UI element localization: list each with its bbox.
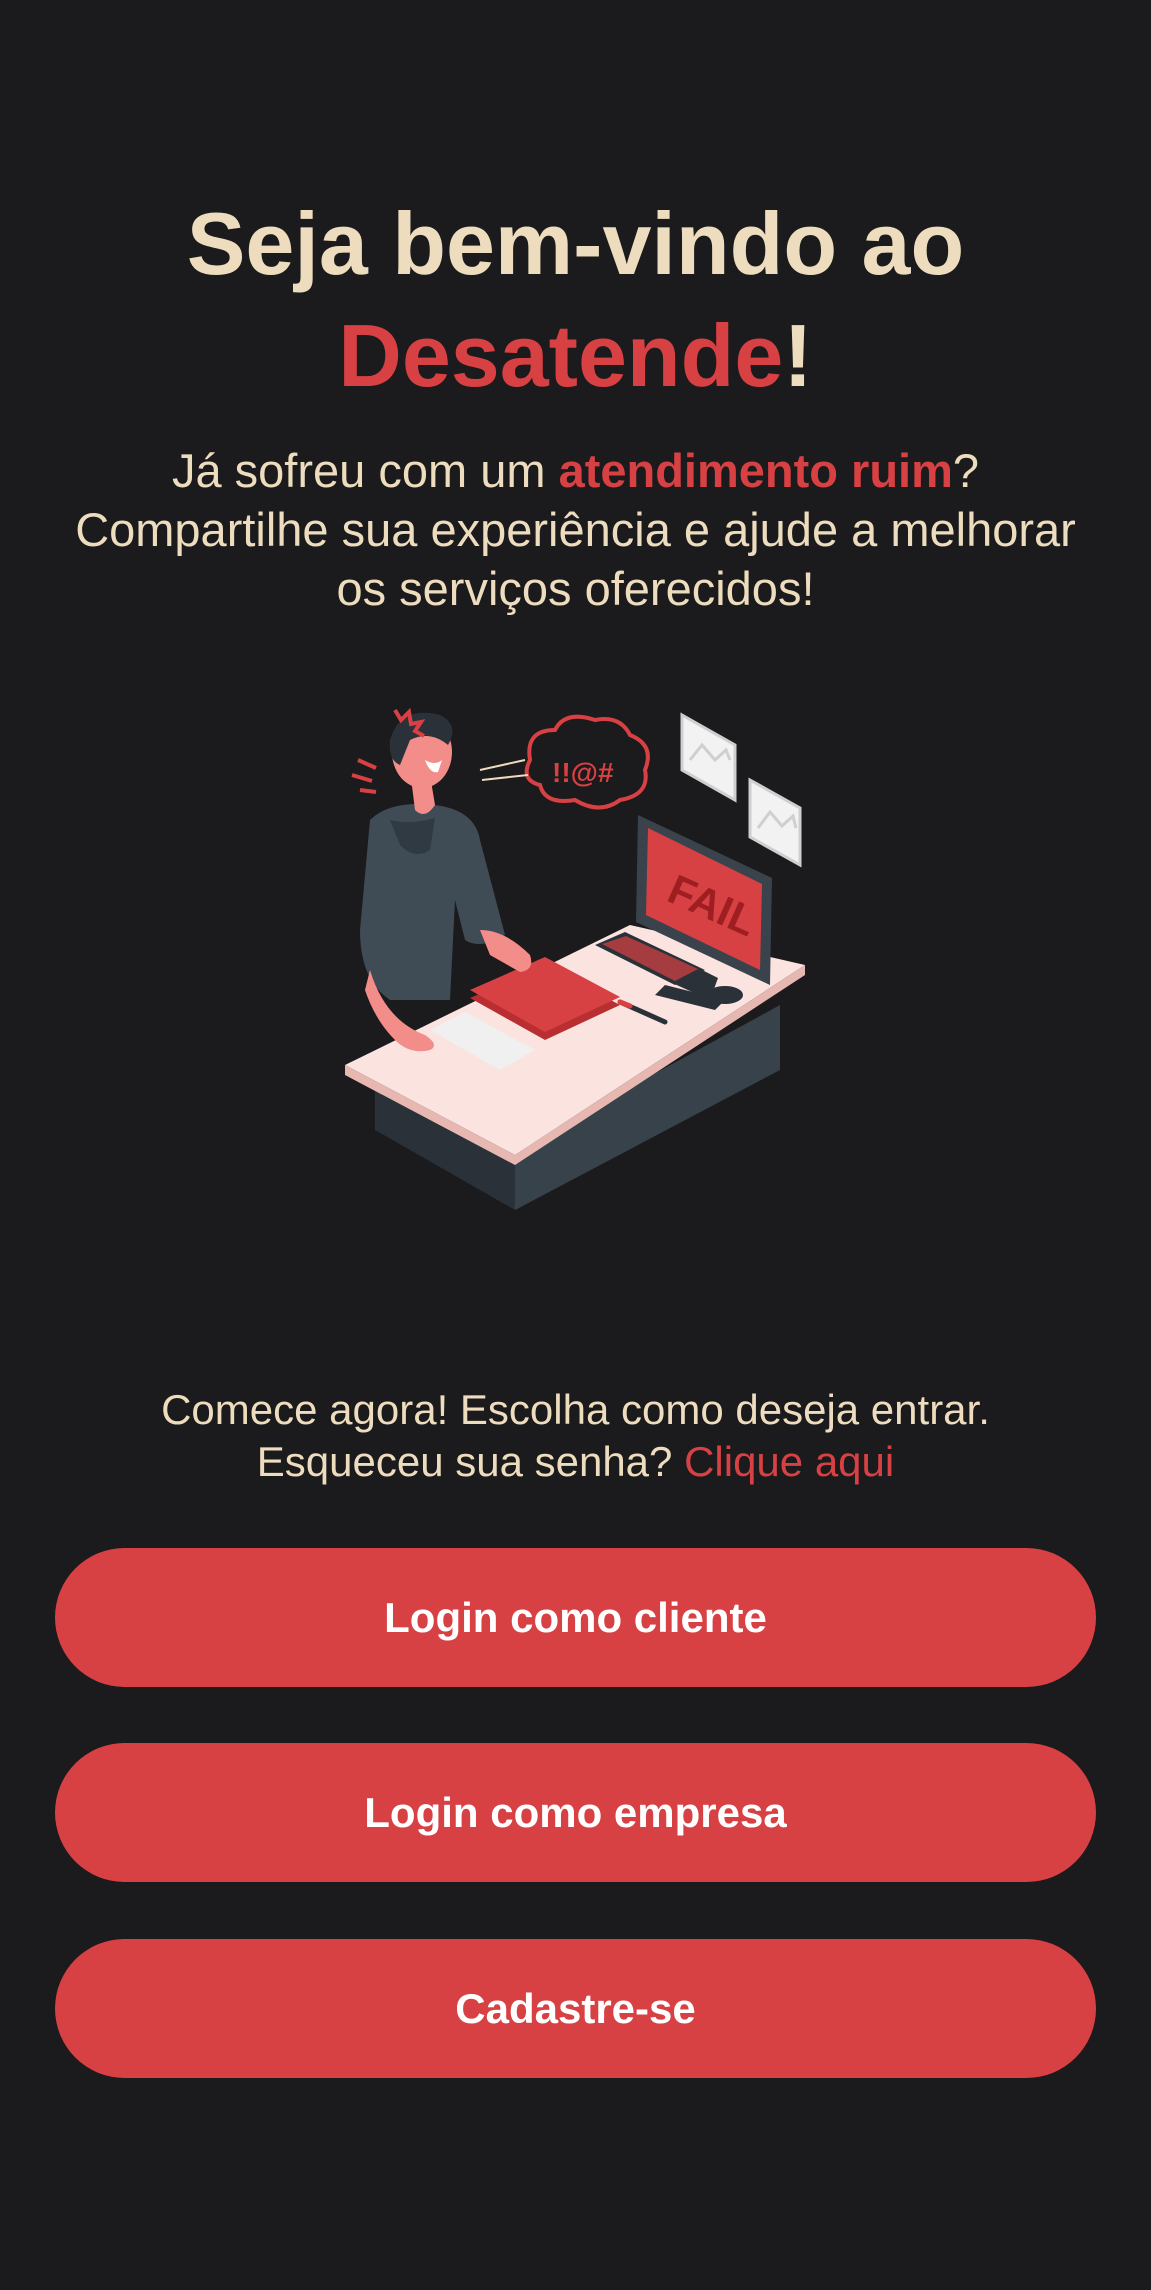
title-prefix: Seja bem-vindo ao xyxy=(186,194,965,293)
forgot-password-link[interactable]: Clique aqui xyxy=(684,1438,894,1485)
intro-text: Já sofreu com um atendimento ruim? Compa… xyxy=(60,441,1091,618)
login-prompt: Comece agora! Escolha como deseja entrar… xyxy=(40,1384,1111,1488)
signup-button[interactable]: Cadastre-se xyxy=(55,1939,1096,2078)
login-client-button[interactable]: Login como cliente xyxy=(55,1548,1096,1687)
intro-part1: Já sofreu com um xyxy=(171,444,559,497)
login-company-button[interactable]: Login como empresa xyxy=(55,1743,1096,1882)
speech-cloud: !!@# xyxy=(479,714,650,810)
speech-text: !!@# xyxy=(552,757,614,788)
page-title: Seja bem-vindo ao Desatende! xyxy=(0,188,1151,412)
title-suffix: ! xyxy=(783,306,813,405)
prompt-line2: Esqueceu sua senha? xyxy=(256,1438,685,1485)
frustrated-person-illustration: FAIL !!@# xyxy=(345,707,805,1210)
wall-frames xyxy=(680,712,802,868)
prompt-line1: Comece agora! Escolha como deseja entrar… xyxy=(161,1386,990,1433)
brand-name: Desatende xyxy=(338,306,784,405)
intro-highlight: atendimento ruim xyxy=(558,444,953,497)
